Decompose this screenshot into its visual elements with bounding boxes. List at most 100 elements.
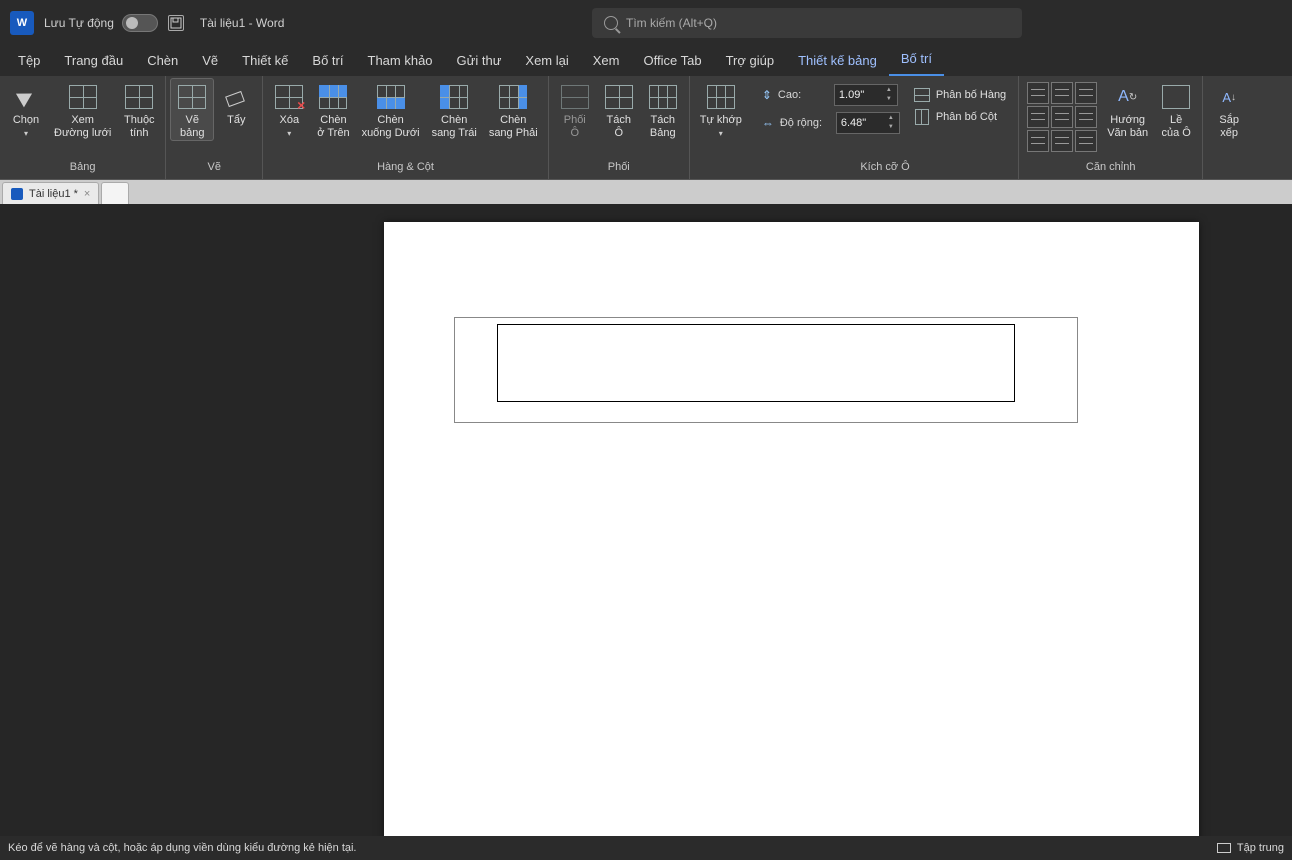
tab-officetab[interactable]: Office Tab	[632, 47, 714, 76]
cell-margins-button[interactable]: Lề của Ô	[1154, 78, 1198, 140]
tab-insert[interactable]: Chèn	[135, 47, 190, 76]
split-table-icon	[649, 85, 677, 109]
height-icon: ⇕	[762, 88, 772, 102]
tab-references[interactable]: Tham khảo	[356, 47, 445, 76]
tab-help[interactable]: Trợ giúp	[714, 47, 787, 76]
alignment-grid	[1023, 78, 1101, 156]
cell-margins-icon	[1162, 85, 1190, 109]
tab-review[interactable]: Xem lại	[513, 47, 580, 76]
insert-above-icon	[319, 85, 347, 109]
focus-icon	[1217, 843, 1231, 853]
spinner-up-icon[interactable]: ▲	[885, 114, 897, 123]
document-canvas[interactable]	[0, 204, 1292, 836]
tab-design[interactable]: Thiết kế	[230, 47, 300, 76]
insert-right-button[interactable]: Chèn sang Phải	[483, 78, 544, 140]
autosave-toggle[interactable]	[122, 14, 158, 32]
word-doc-icon	[11, 188, 23, 200]
autofit-button[interactable]: Tự khớp ▾	[694, 78, 748, 138]
select-button[interactable]: Chọn ▾	[4, 78, 48, 138]
group-data: A↓ Sắp xếp	[1203, 76, 1255, 179]
distribute-cols-button[interactable]: Phân bố Cột	[906, 106, 1014, 128]
document-tab[interactable]: Tài liệu1 * ×	[2, 182, 99, 204]
table-cell[interactable]	[497, 324, 1015, 402]
document-tab-bar: Tài liệu1 * ×	[0, 180, 1292, 204]
group-cellsize: ⇕ Cao: 1.09"▲▼ ⇔ Độ rộng: 6.48"▲▼ Phân b…	[752, 76, 1019, 179]
close-tab-icon[interactable]: ×	[84, 188, 90, 200]
spinner-down-icon[interactable]: ▼	[885, 123, 897, 132]
tab-file[interactable]: Tệp	[6, 47, 52, 76]
search-placeholder: Tìm kiếm (Alt+Q)	[626, 16, 717, 30]
align-br[interactable]	[1075, 130, 1097, 152]
tab-layout[interactable]: Bố trí	[300, 47, 355, 76]
group-label-cellsize: Kích cỡ Ô	[756, 159, 1014, 179]
properties-button[interactable]: Thuộc tính	[117, 78, 161, 140]
eraser-button[interactable]: Tẩy	[214, 78, 258, 127]
tab-view[interactable]: Xem	[581, 47, 632, 76]
status-message: Kéo để vẽ hàng và cột, hoặc áp dụng viền…	[8, 842, 357, 854]
save-icon[interactable]	[168, 15, 184, 31]
align-tc[interactable]	[1051, 82, 1073, 104]
align-mr[interactable]	[1075, 106, 1097, 128]
insert-below-button[interactable]: Chèn xuống Dưới	[356, 78, 426, 140]
delete-icon: ×	[275, 85, 303, 109]
gridlines-button[interactable]: Xem Đường lưới	[48, 78, 117, 140]
sort-button[interactable]: A↓ Sắp xếp	[1207, 78, 1251, 140]
align-tl[interactable]	[1027, 82, 1049, 104]
group-rows-cols: × Xóa ▾ Chèn ở Trên Chèn xuống Dưới Chèn…	[263, 76, 548, 179]
group-label-alignment: Căn chỉnh	[1023, 159, 1198, 179]
insert-below-icon	[377, 85, 405, 109]
group-label-rowscols: Hàng & Cột	[267, 159, 543, 179]
eraser-icon	[220, 82, 252, 112]
ribbon: Chọn ▾ Xem Đường lưới Thuộc tính Bảng Vẽ…	[0, 76, 1292, 180]
height-input[interactable]: 1.09"▲▼	[834, 84, 898, 106]
draw-table-icon	[178, 85, 206, 109]
split-icon	[605, 85, 633, 109]
insert-left-button[interactable]: Chèn sang Trái	[426, 78, 483, 140]
delete-button[interactable]: × Xóa ▾	[267, 78, 311, 138]
tab-mail[interactable]: Gửi thư	[445, 47, 514, 76]
align-bc[interactable]	[1051, 130, 1073, 152]
group-draw: Vẽ bảng Tẩy Vẽ	[166, 76, 263, 179]
align-ml[interactable]	[1027, 106, 1049, 128]
insert-above-button[interactable]: Chèn ở Trên	[311, 78, 355, 140]
align-bl[interactable]	[1027, 130, 1049, 152]
split-cells-button[interactable]: Tách Ô	[597, 78, 641, 140]
align-tr[interactable]	[1075, 82, 1097, 104]
merge-icon	[561, 85, 589, 109]
table-outline[interactable]	[454, 317, 1078, 423]
group-label-merge: Phối	[553, 159, 685, 179]
ribbon-tabs: Tệp Trang đầu Chèn Vẽ Thiết kế Bố trí Th…	[0, 46, 1292, 76]
text-direction-button[interactable]: A↻ Hướng Văn bản	[1101, 78, 1154, 140]
align-mc[interactable]	[1051, 106, 1073, 128]
spinner-up-icon[interactable]: ▲	[883, 86, 895, 95]
title-bar: W Lưu Tự động Tài liệu1 - Word Tìm kiếm …	[0, 0, 1292, 46]
tab-home[interactable]: Trang đầu	[52, 47, 135, 76]
search-icon	[604, 16, 618, 30]
group-merge: Phối Ô Tách Ô Tách Bảng Phối	[549, 76, 690, 179]
merge-cells-button[interactable]: Phối Ô	[553, 78, 597, 140]
tab-draw[interactable]: Vẽ	[190, 47, 230, 76]
autosave-label: Lưu Tự động	[44, 16, 114, 30]
new-tab-button[interactable]	[101, 182, 129, 204]
width-label: Độ rộng:	[780, 117, 830, 129]
width-input[interactable]: 6.48"▲▼	[836, 112, 900, 134]
split-table-button[interactable]: Tách Bảng	[641, 78, 685, 140]
draw-table-button[interactable]: Vẽ bảng	[170, 78, 214, 141]
group-label-table: Bảng	[4, 159, 161, 179]
spinner-down-icon[interactable]: ▼	[883, 95, 895, 104]
cursor-icon	[16, 87, 36, 108]
autosave-group: Lưu Tự động	[44, 14, 158, 32]
word-icon: W	[10, 11, 34, 35]
search-box[interactable]: Tìm kiếm (Alt+Q)	[592, 8, 1022, 38]
page[interactable]	[384, 222, 1199, 836]
tab-table-design[interactable]: Thiết kế bảng	[786, 47, 889, 76]
group-table: Chọn ▾ Xem Đường lưới Thuộc tính Bảng	[0, 76, 166, 179]
distribute-rows-icon	[914, 88, 930, 102]
properties-icon	[125, 85, 153, 109]
group-alignment: A↻ Hướng Văn bản Lề của Ô Căn chỉnh	[1019, 76, 1203, 179]
status-bar: Kéo để vẽ hàng và cột, hoặc áp dụng viền…	[0, 836, 1292, 860]
distribute-rows-button[interactable]: Phân bố Hàng	[906, 84, 1014, 106]
tab-table-layout[interactable]: Bố trí	[889, 45, 944, 76]
focus-mode-button[interactable]: Tập trung	[1217, 842, 1284, 854]
text-direction-icon: A↻	[1112, 82, 1144, 112]
